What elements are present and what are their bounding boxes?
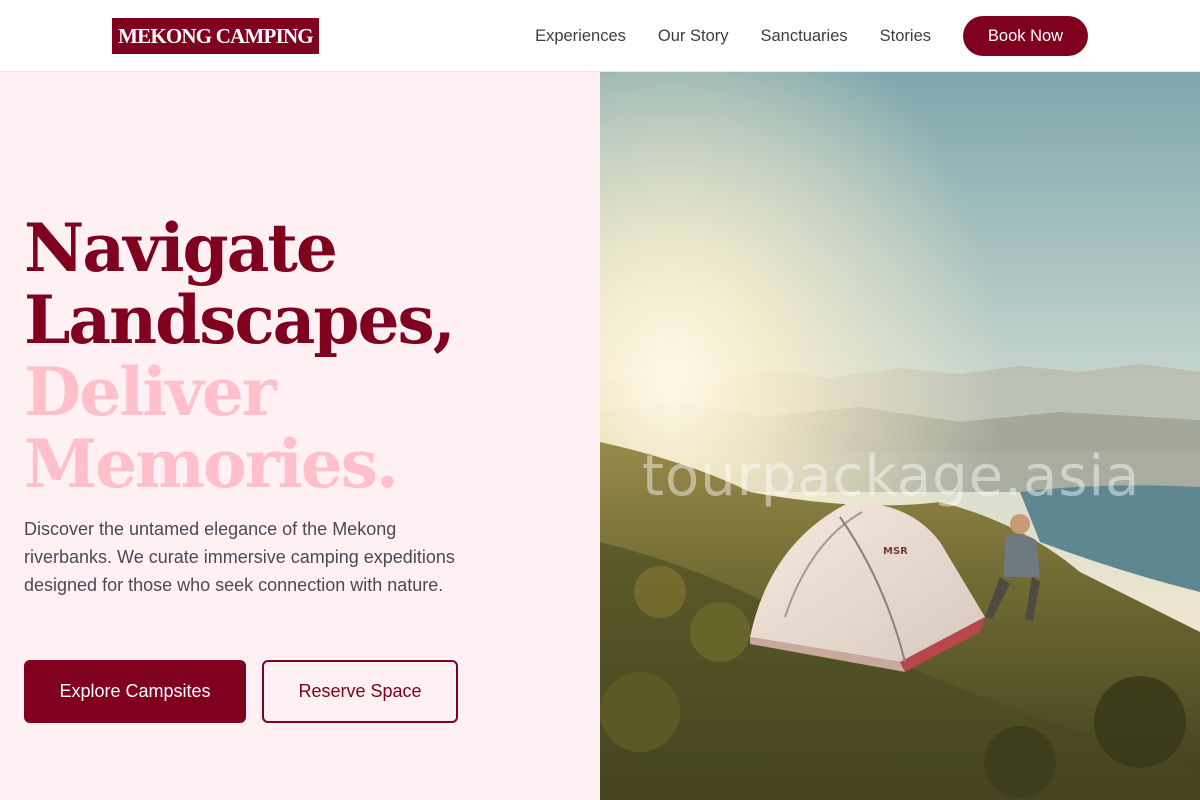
book-now-button[interactable]: Book Now [963, 16, 1088, 56]
hero-content: Navigate Landscapes, Deliver Memories. D… [0, 72, 600, 800]
site-header: MEKONG CAMPING Experiences Our Story San… [0, 0, 1200, 72]
nav-link-experiences[interactable]: Experiences [535, 27, 626, 46]
explore-campsites-button[interactable]: Explore Campsites [24, 660, 246, 723]
reserve-space-button[interactable]: Reserve Space [262, 660, 458, 723]
logo[interactable]: MEKONG CAMPING [112, 18, 319, 54]
headline-line-1: Navigate [24, 209, 338, 287]
nav-link-our-story[interactable]: Our Story [658, 27, 729, 46]
hero-headline: Navigate Landscapes, Deliver Memories. [24, 212, 584, 500]
headline-line-2: Landscapes, [24, 281, 456, 359]
main-nav: Experiences Our Story Sanctuaries Storie… [535, 16, 1088, 56]
hero-description: Discover the untamed elegance of the Mek… [24, 519, 455, 595]
hero-photo: MSR tourpackage.asia [600, 72, 1200, 800]
watermark: tourpackage.asia [642, 444, 1141, 509]
nav-link-sanctuaries[interactable]: Sanctuaries [761, 27, 848, 46]
tent-brand-label: MSR [883, 546, 908, 557]
headline-line-4: Memories. [24, 425, 399, 503]
headline-line-3: Deliver [24, 353, 276, 431]
camping-photo: MSR [600, 72, 1200, 800]
nav-link-stories[interactable]: Stories [880, 27, 931, 46]
